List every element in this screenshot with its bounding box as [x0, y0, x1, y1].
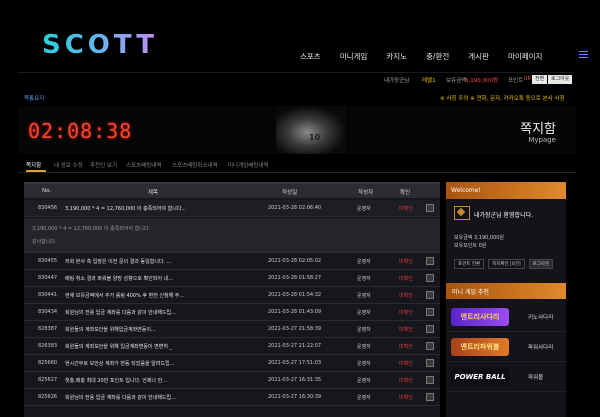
game-powerball[interactable]: POWER BALL 파워볼: [446, 363, 566, 392]
panel-point: 보유포인트 0원: [454, 243, 487, 249]
delete-checkbox[interactable]: [426, 308, 434, 316]
delete-checkbox[interactable]: [426, 291, 434, 299]
money-value: 3,190,000원: [465, 78, 499, 84]
nav-board[interactable]: 게시판: [468, 51, 489, 62]
page: SCOTT 스포츠 미니게임 카지노 충/환전 게시판 마이페이지 내가장군님 …: [0, 0, 600, 417]
welcome-header: Welcome!: [446, 182, 566, 199]
user-level-icon: [454, 206, 470, 220]
header-check: 확인: [400, 190, 411, 196]
delete-checkbox[interactable]: [426, 376, 434, 384]
header-date: 작성일: [282, 190, 298, 196]
table-row[interactable]: 830447 배팅 취소 결과 파워볼 양방 성향으로 확인되어 내... 20…: [24, 270, 440, 287]
delete-checkbox[interactable]: [426, 204, 434, 212]
user-bar: 내가장군님 레벨1 보유금액 3,190,000원 포인트 0P 전환 로그아웃: [18, 72, 574, 88]
header-no: No.: [42, 188, 52, 194]
point-label: 포인트: [508, 78, 524, 84]
user-greeting: 내가장군님: [384, 78, 410, 84]
minigame-header: 미니 게임 추천: [446, 283, 566, 299]
table-row[interactable]: 830455 저희 본사 측 입장은 이전 문의 결과 동일합니다. ... 2…: [24, 253, 440, 270]
table-row[interactable]: 830441 현재 보유금액에서 추가 롤링 400% 후 환전 신청해 주..…: [24, 287, 440, 304]
user-panel: Welcome! 내가장군님 환영합니다. 보유금액 3,190,000원 보유…: [446, 182, 566, 417]
breadcrumb: 쪽통요지: [24, 96, 45, 102]
message-body-line: 3,190,000 * 4 = 12,760,000 이 충족되어야 합니다.: [32, 226, 151, 232]
game-logo: 엔트리사다리: [451, 308, 509, 326]
delete-checkbox[interactable]: [426, 393, 434, 401]
game-keno-ladder[interactable]: 엔트리사다리 키노사다리: [446, 303, 566, 332]
nav-deposit-withdraw[interactable]: 충/환전: [426, 51, 449, 62]
panel-buttons: 포인트 전환 쪽지확인 [0건] 로그아웃: [454, 259, 557, 269]
header-author: 작성자: [358, 190, 374, 196]
nav-minigame[interactable]: 미니게임: [340, 51, 368, 62]
table-row[interactable]: 828387 회원들의 계좌보안을 위해입금계좌변동이... 2021-03-2…: [24, 321, 440, 338]
digital-clock: 02:08:38: [28, 119, 133, 143]
expanded-message: 3,190,000 * 4 = 12,760,000 이 충족되어야 합니다. …: [24, 218, 440, 253]
point-convert-button[interactable]: 포인트 전환: [454, 259, 485, 269]
active-tab-indicator: [26, 170, 46, 172]
table-row[interactable]: 826383 회원들의 계좌보안을 위해 입금계좌변동이 변변허 _ 2021-…: [24, 338, 440, 355]
panel-username: 내가장군님 환영합니다.: [474, 212, 534, 219]
nav-casino[interactable]: 카지노: [386, 51, 407, 62]
message-body-line: 감사합니다.: [32, 239, 57, 245]
page-subtitle: Mypage: [528, 136, 556, 144]
delete-checkbox[interactable]: [426, 257, 434, 265]
tab-sports-cancels[interactable]: 스포츠배팅취소내역: [172, 161, 218, 169]
delete-checkbox[interactable]: [426, 274, 434, 282]
table-row[interactable]: 830456 3,190,000 * 4 = 12,760,000 이 충족되어…: [24, 200, 440, 217]
point-value: 0P: [524, 76, 531, 82]
money-label: 보유금액: [446, 78, 467, 84]
tab-sports-bets[interactable]: 스포츠배팅내역: [126, 161, 161, 169]
tab-edit-info[interactable]: 내 정보 수정: [54, 161, 83, 169]
game-name: 키노사다리: [528, 315, 554, 321]
nav-mypage[interactable]: 마이페이지: [508, 51, 543, 62]
game-logo: POWER BALL: [451, 368, 509, 386]
table-row[interactable]: 825626 회원님의 전용 입금 계좌를 다음과 같이 안내해드립... 20…: [24, 389, 440, 406]
table-header: No. 제목 작성일 작성자 확인: [24, 182, 440, 198]
welcome-text: Welcome!: [451, 187, 481, 194]
menu-icon[interactable]: [579, 51, 588, 59]
delete-checkbox[interactable]: [426, 359, 434, 367]
game-name: 파워볼: [528, 375, 544, 381]
game-logo: 엔트리파워볼: [451, 338, 509, 356]
panel-money: 보유금액 3,190,000원: [454, 235, 505, 241]
player-photo: 10: [276, 106, 346, 154]
delete-checkbox[interactable]: [426, 325, 434, 333]
game-power-ladder[interactable]: 엔트리파워볼 파워사다리: [446, 333, 566, 362]
game-name: 파워사다리: [528, 345, 554, 351]
level-badge: 레벨1: [422, 78, 436, 84]
tab-messages[interactable]: 쪽지함: [26, 161, 41, 169]
page-banner: 02:08:38 10 쪽지함 Mypage: [18, 106, 576, 154]
minigame-header-text: 미니 게임 추천: [452, 289, 489, 296]
message-check-button[interactable]: 쪽지확인 [0건]: [488, 259, 525, 269]
page-title: 쪽지함: [520, 122, 556, 137]
tab-minigame-bets[interactable]: 미니게임배팅내역: [228, 161, 268, 169]
site-logo[interactable]: SCOTT: [42, 30, 158, 60]
table-row[interactable]: 830434 회원님의 전용 입금 계좌를 다음과 같이 안내해드립... 20…: [24, 304, 440, 321]
notice-ticker: ※ 사칭 주의 ※ 전화, 문자, 카카오톡 등으로 본사 사칭: [440, 96, 565, 102]
site-header: SCOTT 스포츠 미니게임 카지노 충/환전 게시판 마이페이지: [0, 0, 600, 70]
panel-logout-button[interactable]: 로그아웃: [528, 259, 554, 269]
message-table: No. 제목 작성일 작성자 확인 830456 3,190,000 * 4 =…: [24, 182, 440, 417]
convert-button[interactable]: 전환: [532, 75, 548, 84]
main-nav: 스포츠 미니게임 카지노 충/환전 게시판 마이페이지: [300, 51, 561, 62]
logout-button[interactable]: 로그아웃: [548, 75, 573, 84]
table-row[interactable]: 825660 현시간부로 보안상 계좌가 변동 되었음을 알려드립... 202…: [24, 355, 440, 372]
nav-sports[interactable]: 스포츠: [300, 51, 321, 62]
table-row[interactable]: 825627 첫충,매충 최대 20만 포인트 입니다. 언제나 만... 20…: [24, 372, 440, 389]
mypage-tabs: 쪽지함 내 정보 수정 추천인 보기 스포츠배팅내역 스포츠배팅취소내역 미니게…: [18, 158, 576, 173]
delete-checkbox[interactable]: [426, 342, 434, 350]
tab-referral[interactable]: 추천인 보기: [90, 161, 117, 169]
header-title: 제목: [148, 190, 159, 196]
